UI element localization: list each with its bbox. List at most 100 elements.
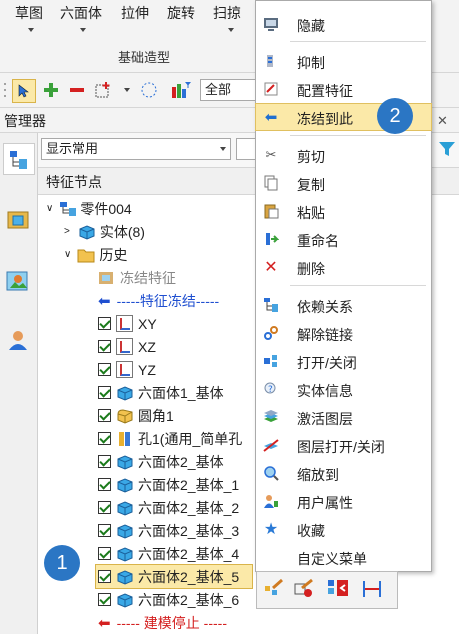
tree-history-label: 历史 (99, 246, 128, 263)
menu-item-custom-menu[interactable]: 自定义菜单 (256, 544, 431, 570)
ribbon-extrude[interactable]: 拉伸 (121, 3, 149, 23)
add-icon[interactable] (40, 79, 62, 101)
part-view-tab-icon[interactable] (3, 205, 33, 235)
tree-item-label: XZ (138, 338, 156, 355)
ribbon-block[interactable]: 六面体 (60, 3, 102, 23)
select-cursor-icon[interactable] (12, 79, 36, 103)
tree-item-xz[interactable]: XZ (98, 335, 156, 358)
tree-item-block1[interactable]: 六面体1_基体 (98, 381, 224, 404)
tree-history[interactable]: ∨ 历史 (64, 243, 127, 266)
feature-tree-tab-icon[interactable] (3, 143, 35, 175)
tree-item-hole1[interactable]: 孔1(通用_简单孔 (98, 427, 242, 450)
close-icon[interactable]: ✕ (437, 113, 448, 129)
collapse-icon[interactable]: ∨ (64, 249, 71, 260)
menu-item-dependencies[interactable]: 依赖关系 (256, 292, 431, 318)
freeze-marker-label: -----特征冻结----- (116, 292, 220, 309)
tree-item-block2-6[interactable]: 六面体2_基体_6 (98, 588, 239, 611)
monitor-icon (263, 16, 279, 32)
visibility-checkbox[interactable] (98, 570, 111, 583)
menu-item-label: 依赖关系 (297, 299, 353, 315)
menu-item-paste[interactable]: 粘贴 (256, 198, 431, 224)
menu-item-favorite[interactable]: ★ 收藏 (256, 516, 431, 542)
tree-solids[interactable]: > 实体(8) (64, 220, 145, 243)
ribbon-sweep[interactable]: 扫掠 (213, 3, 241, 23)
ribbon-revolve[interactable]: 旋转 (167, 3, 195, 23)
user-tab-icon[interactable] (3, 325, 33, 355)
measure-icon[interactable] (361, 578, 383, 600)
tree-item-block2-3[interactable]: 六面体2_基体_3 (98, 519, 239, 542)
menu-item-suppress[interactable]: 抑制 (256, 48, 431, 74)
menu-item-label: 冻结到此 (297, 111, 353, 127)
lasso-select-icon[interactable] (138, 79, 160, 101)
visibility-checkbox[interactable] (98, 524, 111, 537)
chevron-down-icon[interactable] (220, 147, 226, 151)
unlink-icon (263, 325, 279, 341)
menu-item-activate-layer[interactable]: 激活图层 (256, 404, 431, 430)
block-feature-icon (117, 385, 133, 401)
tree-solids-label: 实体(8) (99, 223, 145, 240)
edit-feature-icon[interactable] (263, 578, 285, 600)
visibility-checkbox[interactable] (98, 340, 111, 353)
tree-freeze-feature[interactable]: 冻结特征 (98, 266, 176, 289)
chevron-down-icon[interactable] (124, 88, 130, 92)
tree-item-block2-4[interactable]: 六面体2_基体_4 (98, 542, 239, 565)
visibility-checkbox[interactable] (98, 409, 111, 422)
tree-item-block2[interactable]: 六面体2_基体 (98, 450, 224, 473)
visibility-checkbox[interactable] (98, 501, 111, 514)
visibility-checkbox[interactable] (98, 455, 111, 468)
menu-item-label: 粘贴 (297, 205, 325, 221)
chevron-down-icon[interactable] (228, 28, 234, 32)
visibility-checkbox[interactable] (98, 478, 111, 491)
visibility-checkbox[interactable] (98, 593, 111, 606)
menu-item-zoom-to[interactable]: 缩放到 (256, 460, 431, 486)
menu-item-open-close[interactable]: 打开/关闭 (256, 348, 431, 374)
rollback-icon[interactable] (327, 578, 349, 600)
tree-item-label: YZ (138, 361, 156, 378)
menu-item-copy[interactable]: 复制 (256, 170, 431, 196)
ribbon-sketch[interactable]: 草图 (15, 3, 43, 23)
user-icon (263, 493, 279, 509)
menu-item-delete[interactable]: ✕ 删除 (256, 254, 431, 280)
visibility-checkbox[interactable] (98, 317, 111, 330)
menu-item-cut[interactable]: ✂ 剪切 (256, 142, 431, 168)
expand-icon[interactable]: > (64, 226, 70, 237)
part-icon (60, 201, 77, 216)
menu-item-hide[interactable]: 隐藏 (256, 11, 431, 37)
visibility-checkbox[interactable] (98, 363, 111, 376)
assembly-tab-icon[interactable] (3, 267, 33, 297)
display-filter-select[interactable]: 显示常用 (41, 138, 231, 160)
funnel-filter-icon[interactable] (438, 140, 456, 161)
block-feature-icon (117, 454, 133, 470)
tree-item-block2-2[interactable]: 六面体2_基体_2 (98, 496, 239, 519)
remove-icon[interactable] (66, 79, 88, 101)
tree-item-block2-5[interactable]: 六面体2_基体_5 (95, 564, 253, 589)
chevron-down-icon[interactable] (28, 28, 34, 32)
menu-item-unlink[interactable]: 解除链接 (256, 320, 431, 346)
tree-item-fillet1[interactable]: 圆角1 (98, 404, 174, 427)
tree-item-block2-1[interactable]: 六面体2_基体_1 (98, 473, 239, 496)
mini-toolbar (256, 571, 398, 609)
visibility-checkbox[interactable] (98, 547, 111, 560)
menu-item-configure[interactable]: 配置特征 (256, 76, 431, 102)
menu-item-rename[interactable]: 重命名 (256, 226, 431, 252)
rename-icon (263, 231, 279, 247)
edit-sketch-icon[interactable] (293, 578, 315, 600)
stop-marker[interactable]: ⬅ ----- 建模停止 ----- (98, 611, 227, 634)
menu-item-layer-toggle[interactable]: 图层打开/关闭 (256, 432, 431, 458)
visibility-checkbox[interactable] (98, 386, 111, 399)
filter-combo[interactable]: 全部 (200, 79, 258, 101)
manager-title: 管理器 (4, 113, 46, 129)
tree-item-label: XY (138, 315, 157, 332)
search-field[interactable] (236, 138, 256, 160)
chevron-down-icon[interactable] (80, 28, 86, 32)
tree-root[interactable]: ∨ 零件004 (46, 197, 132, 220)
tree-item-yz[interactable]: YZ (98, 358, 156, 381)
collapse-icon[interactable]: ∨ (46, 203, 53, 214)
filter-color-icon[interactable] (170, 79, 192, 101)
add-selection-icon[interactable] (92, 79, 114, 101)
visibility-checkbox[interactable] (98, 432, 111, 445)
tree-item-xy[interactable]: XY (98, 312, 157, 335)
menu-item-entity-info[interactable]: ? 实体信息 (256, 376, 431, 402)
menu-item-user-attributes[interactable]: 用户属性 (256, 488, 431, 514)
freeze-marker[interactable]: ⬅ -----特征冻结----- (98, 289, 219, 312)
